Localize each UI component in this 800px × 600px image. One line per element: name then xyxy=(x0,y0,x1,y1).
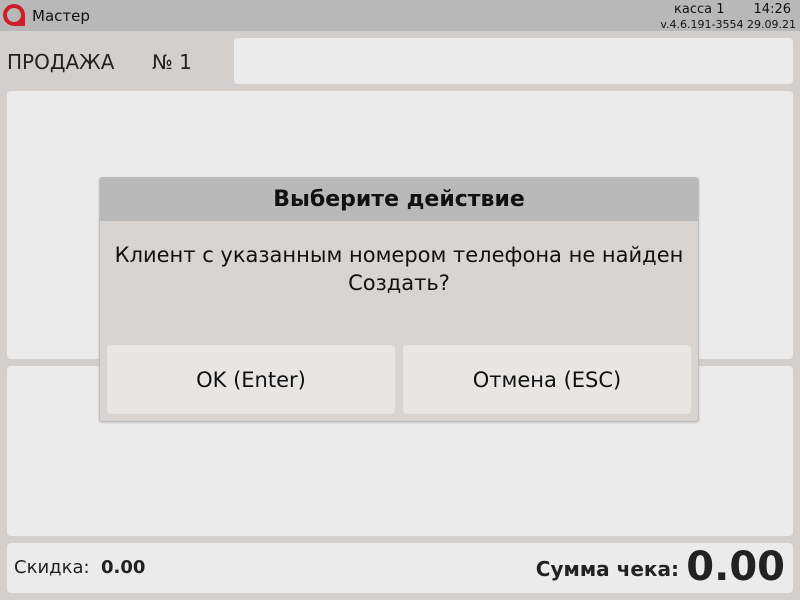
ok-button[interactable]: OK (Enter) xyxy=(107,345,395,414)
action-dialog: Выберите действие Клиент с указанным ном… xyxy=(99,177,699,422)
total-label: Сумма чека: xyxy=(535,557,679,581)
search-input[interactable] xyxy=(234,38,793,84)
discount-label: Скидка: xyxy=(14,557,90,578)
total-value: 0.00 xyxy=(686,544,785,590)
dialog-question: Создать? xyxy=(348,271,450,295)
version-info: v.4.6.191-3554 29.09.21 xyxy=(660,18,796,31)
dialog-title: Выберите действие xyxy=(100,178,698,221)
clock: 14:26 xyxy=(753,2,791,17)
top-bar: Мастер касса 1 14:26 v.4.6.191-3554 29.0… xyxy=(0,0,800,31)
dialog-message-text: Клиент с указанным номером телефона не н… xyxy=(114,243,684,267)
dialog-message: Клиент с указанным номером телефона не н… xyxy=(110,241,688,297)
cancel-button[interactable]: Отмена (ESC) xyxy=(403,345,691,414)
register-label: касса 1 xyxy=(674,2,725,17)
app-title: Мастер xyxy=(32,7,90,25)
totals-bar: Скидка: 0.00 Сумма чека: 0.00 xyxy=(7,543,793,593)
sale-number: № 1 xyxy=(152,50,192,74)
discount-value: 0.00 xyxy=(101,557,146,578)
sale-title: ПРОДАЖА xyxy=(7,50,115,74)
logo-icon xyxy=(3,4,25,26)
